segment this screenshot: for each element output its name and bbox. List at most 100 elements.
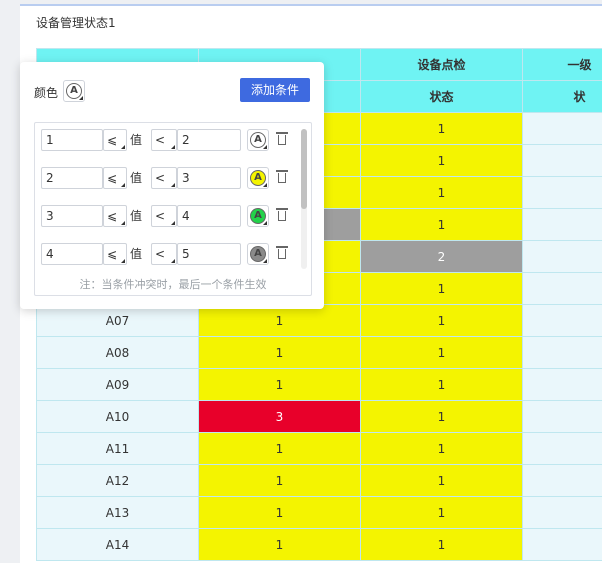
condition-rule: 1 ⩽ 值 <2 A (41, 129, 297, 151)
table-row: A1211 (37, 465, 602, 497)
dropdown-corner-icon (263, 259, 267, 263)
operator-to-select[interactable]: < (151, 243, 177, 265)
table-row: A0711 (37, 305, 602, 337)
operator-from-select[interactable]: ⩽ (103, 167, 127, 189)
status-cell: 1 (199, 369, 361, 401)
device-name-cell: A13 (37, 497, 199, 529)
rule-color-picker-button[interactable]: A (247, 129, 269, 151)
range-to-input[interactable]: 4 (177, 205, 241, 227)
table-row: A1031 (37, 401, 602, 433)
range-to-value: 2 (182, 133, 190, 147)
operator-to-select[interactable]: < (151, 205, 177, 227)
status-cell: 1 (199, 433, 361, 465)
range-to-input[interactable]: 5 (177, 243, 241, 265)
header-cell: 状 (523, 81, 602, 113)
operator-from-select[interactable]: ⩽ (103, 243, 127, 265)
level-status-cell (523, 209, 602, 241)
level-status-cell (523, 241, 602, 273)
add-condition-button[interactable]: 添加条件 (240, 78, 310, 102)
dropdown-corner-icon (121, 221, 125, 225)
range-from-value: 1 (46, 133, 54, 147)
level-status-cell (523, 433, 602, 465)
range-to-input[interactable]: 2 (177, 129, 241, 151)
scrollbar-thumb[interactable] (301, 129, 307, 209)
conditional-format-popup: 颜色 A 添加条件 1⩽值<2A2⩽值<3A3⩽值<4A4⩽值<5A 注：当条件… (20, 62, 324, 309)
dropdown-corner-icon (263, 183, 267, 187)
dropdown-corner-icon (171, 183, 175, 187)
range-to-value: 3 (182, 171, 190, 185)
rules-scrollbar[interactable] (301, 129, 307, 269)
operator-from-select[interactable]: ⩽ (103, 205, 127, 227)
range-from-input[interactable]: 4 (41, 243, 103, 265)
table-row: A1411 (37, 529, 602, 561)
device-name-cell: A07 (37, 305, 199, 337)
trash-icon[interactable] (276, 170, 288, 184)
operator-from-value: ⩽ (107, 133, 117, 147)
level-status-cell (523, 401, 602, 433)
inspection-status-cell: 1 (361, 305, 523, 337)
dropdown-corner-icon (79, 96, 83, 100)
level-status-cell (523, 497, 602, 529)
rules-list: 1⩽值<2A2⩽值<3A3⩽值<4A4⩽值<5A 注：当条件冲突时，最后一个条件… (34, 122, 312, 296)
inspection-status-cell: 1 (361, 209, 523, 241)
inspection-status-cell: 1 (361, 337, 523, 369)
rule-color-picker-button[interactable]: A (247, 167, 269, 189)
panel-title: 设备管理状态1 (36, 14, 116, 31)
range-to-value: 4 (182, 209, 190, 223)
level-status-cell (523, 177, 602, 209)
dropdown-corner-icon (121, 259, 125, 263)
status-cell: 1 (199, 465, 361, 497)
value-label: 值 (130, 205, 142, 227)
header-cell: 设备点检 (361, 49, 523, 81)
status-cell: 1 (199, 305, 361, 337)
header-cell: 状态 (361, 81, 523, 113)
device-name-cell: A10 (37, 401, 199, 433)
conflict-note: 注：当条件冲突时，最后一个条件生效 (35, 276, 311, 292)
range-from-input[interactable]: 1 (41, 129, 103, 151)
device-name-cell: A12 (37, 465, 199, 497)
level-status-cell (523, 305, 602, 337)
value-label: 值 (130, 167, 142, 189)
status-cell: 1 (199, 529, 361, 561)
operator-from-value: ⩽ (107, 247, 117, 261)
level-status-cell (523, 465, 602, 497)
inspection-status-cell: 1 (361, 369, 523, 401)
level-status-cell (523, 273, 602, 305)
device-name-cell: A11 (37, 433, 199, 465)
status-cell: 1 (199, 497, 361, 529)
operator-to-value: < (155, 209, 165, 223)
dropdown-corner-icon (121, 183, 125, 187)
color-picker-button[interactable]: A (63, 80, 85, 102)
inspection-status-cell: 1 (361, 497, 523, 529)
level-status-cell (523, 337, 602, 369)
range-from-input[interactable]: 3 (41, 205, 103, 227)
operator-to-select[interactable]: < (151, 167, 177, 189)
device-name-cell: A08 (37, 337, 199, 369)
trash-icon[interactable] (276, 132, 288, 146)
trash-icon[interactable] (276, 208, 288, 222)
trash-icon[interactable] (276, 246, 288, 260)
operator-to-value: < (155, 171, 165, 185)
range-from-value: 3 (46, 209, 54, 223)
inspection-status-cell: 1 (361, 177, 523, 209)
inspection-status-cell: 2 (361, 241, 523, 273)
rule-color-picker-button[interactable]: A (247, 205, 269, 227)
dropdown-corner-icon (171, 259, 175, 263)
operator-to-select[interactable]: < (151, 129, 177, 151)
operator-from-select[interactable]: ⩽ (103, 129, 127, 151)
inspection-status-cell: 1 (361, 145, 523, 177)
table-row: A0911 (37, 369, 602, 401)
rule-color-picker-button[interactable]: A (247, 243, 269, 265)
condition-rule: 4⩽值<5A (41, 243, 297, 265)
device-name-cell: A14 (37, 529, 199, 561)
level-status-cell (523, 113, 602, 145)
dropdown-corner-icon (263, 145, 267, 149)
inspection-status-cell: 1 (361, 273, 523, 305)
range-to-input[interactable]: 3 (177, 167, 241, 189)
table-row: A1111 (37, 433, 602, 465)
device-name-cell: A09 (37, 369, 199, 401)
range-from-input[interactable]: 2 (41, 167, 103, 189)
value-label: 值 (130, 129, 142, 151)
dropdown-corner-icon (121, 145, 125, 149)
inspection-status-cell: 1 (361, 529, 523, 561)
